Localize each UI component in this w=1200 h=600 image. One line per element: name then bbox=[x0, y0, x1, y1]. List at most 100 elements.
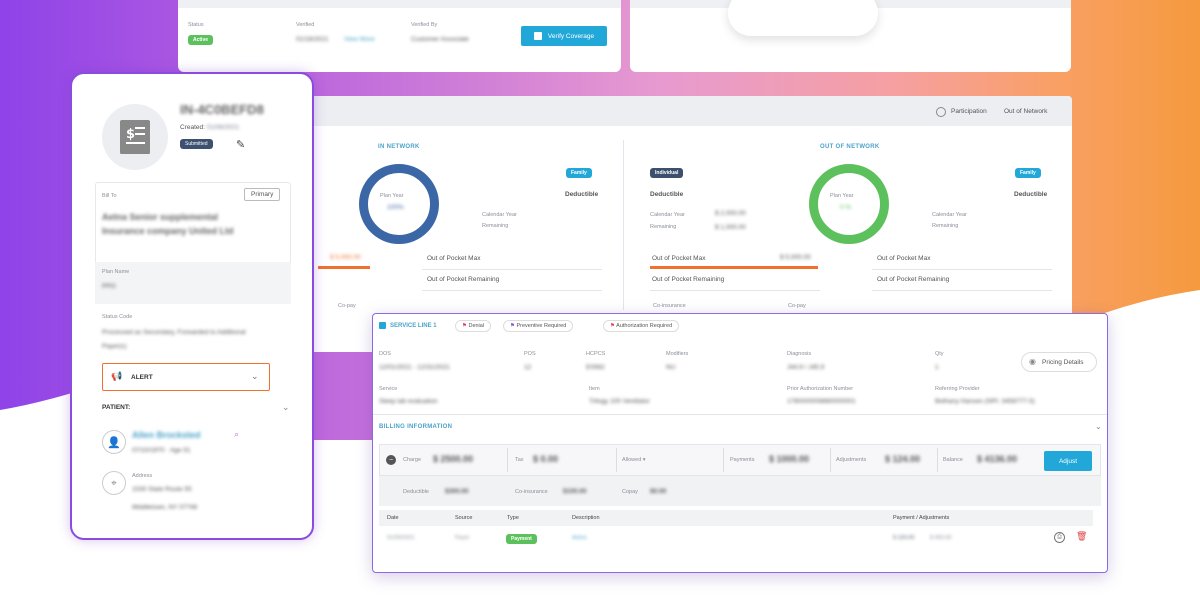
bill-to-value: Aetna Senior supplemental Insurance comp… bbox=[102, 212, 234, 236]
chip-authorization: ⚑ Authorization Required bbox=[603, 320, 680, 332]
row-description[interactable]: Aetna bbox=[572, 535, 586, 541]
address-label: Address bbox=[132, 473, 153, 479]
eye-icon: ◉ bbox=[1029, 357, 1036, 366]
print-icon[interactable]: ⎙ bbox=[1054, 532, 1065, 543]
deductible-label: Deductible bbox=[565, 191, 599, 198]
out-coinsurance-label: Co-insurance bbox=[653, 303, 686, 309]
copay-label: Copay bbox=[622, 489, 638, 495]
pricing-details-button[interactable]: ◉ Pricing Details bbox=[1021, 352, 1097, 372]
prior-auth-value: 1780000008880000001 bbox=[787, 398, 856, 405]
top-right-card bbox=[630, 0, 1071, 72]
modifiers-label: Modifiers bbox=[666, 351, 689, 357]
megaphone-icon: 📢 bbox=[111, 371, 123, 381]
col-payment-adjustments: Payment / Adjustments bbox=[893, 515, 950, 521]
qty-label: Qty bbox=[935, 351, 944, 357]
service-line-title: SERVICE LINE 1 bbox=[390, 323, 437, 329]
prior-auth-label: Prior Authorization Number bbox=[787, 386, 854, 392]
out-oop-remaining-label-r: Out of Pocket Remaining bbox=[877, 276, 950, 283]
item-value: Trilogy 100 Ventilator bbox=[589, 398, 650, 405]
info-icon bbox=[936, 107, 946, 117]
out-calendar-label-r: Calendar Year bbox=[932, 212, 967, 218]
pos-value: 12 bbox=[524, 364, 532, 371]
row-amount-2: $ 400.00 bbox=[930, 535, 952, 541]
out-deductible-left: Deductible bbox=[650, 191, 684, 198]
alert-dropdown[interactable]: 📢 ALERT ⌄ bbox=[102, 363, 270, 391]
patient-heading: PATIENT: bbox=[102, 404, 131, 411]
in-oop-max-label: Out of Pocket Max bbox=[427, 255, 481, 262]
user-icon: 👤 bbox=[102, 430, 126, 454]
edit-pencil-icon[interactable]: ✎ bbox=[236, 138, 245, 151]
chip-denial: ⚑ Denial bbox=[455, 320, 492, 332]
billing-heading: BILLING INFORMATION bbox=[379, 424, 453, 430]
out-copay-label: Co-pay bbox=[788, 303, 806, 309]
trash-icon[interactable]: 🗑 bbox=[1076, 531, 1087, 542]
item-label: Item bbox=[589, 386, 600, 392]
floating-pill bbox=[728, 0, 878, 36]
primary-button[interactable]: Primary bbox=[244, 188, 281, 201]
deductible-label: Deductible bbox=[403, 489, 429, 495]
family-badge: Family bbox=[566, 168, 592, 178]
remaining-label: Remaining bbox=[482, 223, 509, 229]
submitted-badge: Submitted bbox=[180, 139, 213, 149]
flag-icon: ⚑ bbox=[510, 323, 515, 329]
address-line1: 1530 State Route 55 bbox=[132, 486, 192, 493]
billing-chevron-icon[interactable]: ⌄ bbox=[1095, 422, 1102, 431]
verify-coverage-button[interactable]: Verify Coverage bbox=[521, 26, 607, 46]
verified-date: 01/18/2021 bbox=[296, 36, 329, 43]
adjust-button[interactable]: Adjust bbox=[1044, 451, 1092, 471]
ring-label: Plan Year bbox=[380, 193, 404, 199]
out-remaining-label: Remaining bbox=[650, 224, 677, 230]
copay-value: $0.00 bbox=[650, 488, 667, 495]
coinsurance-label: Co-insurance bbox=[515, 489, 548, 495]
hcpcs-value: E0562 bbox=[586, 364, 605, 371]
participation-label: Participation bbox=[951, 108, 987, 115]
invoice-id: IN-4C0BEFD8 bbox=[180, 102, 264, 117]
out-network-heading: OUT OF NETWORK bbox=[820, 144, 880, 150]
receipt-icon: $ bbox=[120, 120, 150, 154]
payments-label: Payments bbox=[730, 457, 755, 463]
status-code-value: Processed as Secondary, Forwarded to Add… bbox=[102, 329, 246, 350]
minus-icon[interactable]: − bbox=[386, 455, 396, 465]
invoice-patient-card: $ IN-4C0BEFD8 Created: 01/08/2021 Submit… bbox=[70, 72, 314, 540]
chevron-down-icon: ⌄ bbox=[251, 371, 259, 381]
checkbox[interactable] bbox=[379, 322, 386, 329]
col-date: Date bbox=[387, 515, 399, 521]
qty-value: 1 bbox=[935, 364, 939, 371]
patient-chevron-icon[interactable]: ⌄ bbox=[282, 402, 290, 413]
in-oop-remaining-label: Out of Pocket Remaining bbox=[427, 276, 500, 283]
row-source: Payer bbox=[455, 535, 470, 541]
created-label: Created: 01/08/2021 bbox=[180, 124, 240, 131]
col-type: Type bbox=[507, 515, 519, 521]
status-label: Status bbox=[188, 22, 204, 28]
pos-label: POS bbox=[524, 351, 536, 357]
ring-value: 100% bbox=[387, 204, 404, 211]
view-more-link[interactable]: View More bbox=[344, 36, 375, 43]
allowed-dropdown[interactable]: Allowed ▾ bbox=[622, 457, 646, 463]
charge-label: Charge bbox=[403, 457, 422, 463]
patient-name[interactable]: Allen Brocksted bbox=[132, 430, 201, 440]
row-date: 01/09/2021 bbox=[387, 535, 415, 541]
out-calendar-label: Calendar Year bbox=[650, 212, 685, 218]
bill-to-label: Bill To bbox=[102, 193, 117, 199]
address-line2: Middletown, NY 07748 bbox=[132, 504, 198, 511]
participation-value: Out of Network bbox=[1004, 108, 1048, 115]
in-oop-max-value: $ 5,000.00 bbox=[330, 254, 361, 261]
service-label: Service bbox=[379, 386, 398, 392]
hcpcs-label: HCPCS bbox=[586, 351, 606, 357]
out-ring-value: 0 % bbox=[840, 204, 852, 211]
plan-name-label: Plan Name bbox=[102, 269, 130, 275]
flag-icon: ⚑ bbox=[462, 323, 467, 329]
diagnosis-label: Diagnosis bbox=[787, 351, 812, 357]
balance-label: Balance bbox=[943, 457, 963, 463]
out-deductible-right: Deductible bbox=[1014, 191, 1048, 198]
tax-value: $ 0.00 bbox=[533, 454, 559, 464]
referring-label: Referring Provider bbox=[935, 386, 980, 392]
verified-by-label: Verified By bbox=[411, 22, 438, 28]
out-oop-max-value: $ 5,000.00 bbox=[780, 254, 811, 261]
verified-label: Verified bbox=[296, 22, 315, 28]
out-remaining-label-r: Remaining bbox=[932, 223, 959, 229]
search-icon[interactable]: ⌕ bbox=[234, 429, 239, 440]
diagnosis-value: J44.9 / J45.9 bbox=[787, 364, 825, 371]
coinsurance-value: $100.00 bbox=[563, 488, 587, 495]
status-code-label: Status Code bbox=[102, 314, 133, 320]
